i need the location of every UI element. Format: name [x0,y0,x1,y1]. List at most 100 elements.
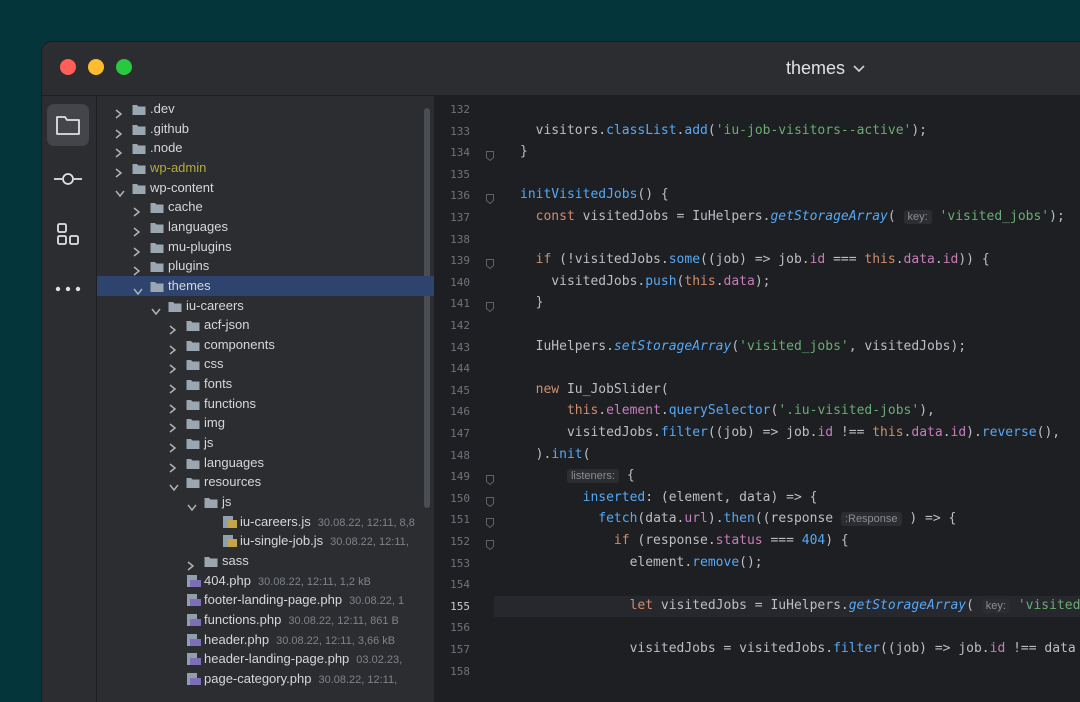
fold-marker-icon[interactable] [486,494,494,507]
tree-item[interactable]: functions [97,394,434,414]
code-line[interactable]: if (response.status === 404) { [520,533,849,548]
zoom-window-button[interactable] [116,59,132,75]
code-line[interactable]: visitedJobs = visitedJobs.filter((job) =… [520,641,1076,656]
code-line[interactable]: visitedJobs.filter((job) => job.id !== t… [520,425,1060,440]
tree-item[interactable]: iu-careers.js 30.08.22, 12:11, 8,8 [97,512,434,532]
code-line[interactable]: } [520,295,544,310]
tree-item[interactable]: fonts [97,374,434,394]
fold-marker-icon[interactable] [486,537,494,551]
title-bar: themes [42,42,1080,96]
tree-item[interactable]: languages [97,217,434,237]
line-number: 147 [450,427,470,440]
code-line[interactable]: this.element.querySelector('.iu-visited-… [520,403,935,418]
structure-tool-button[interactable] [47,213,89,255]
minimize-window-button[interactable] [88,59,104,75]
code-line[interactable]: visitors.classList.add('iu-job-visitors-… [520,123,927,138]
more-tools-button[interactable] [47,268,89,310]
tree-item-label: mu-plugins [168,238,232,254]
code-line[interactable]: const visitedJobs = IuHelpers.getStorage… [520,209,1065,224]
tree-item[interactable]: iu-careers [97,296,434,316]
tree-item[interactable]: acf-json [97,315,434,335]
code-editor[interactable]: 132 133 visitors.classList.add('iu-job-vi… [434,96,1080,702]
code-line[interactable]: new Iu_JobSlider( [520,382,669,397]
line-number: 143 [450,340,470,354]
tree-item-label: plugins [168,258,210,274]
line-number: 148 [450,448,470,462]
tree-item[interactable]: cache [97,197,434,217]
tree-item[interactable]: components [97,335,434,355]
fold-marker-icon[interactable] [486,515,494,529]
code-line[interactable]: ).init( [520,447,591,462]
tree-item[interactable]: js [97,492,434,512]
fold-marker-icon[interactable] [486,472,494,486]
code-line[interactable]: element.remove(); [520,555,763,570]
file-meta: 30.08.22, 12:11, [330,536,409,549]
tree-item-label: css [204,356,224,372]
line-number: 154 [450,578,470,592]
line-number: 135 [450,167,470,181]
tree-item[interactable]: functions.php 30.08.22, 12:11, 861 B [97,610,434,630]
code-line[interactable]: } [520,144,528,159]
line-number: 132 [450,103,470,116]
tree-item[interactable]: plugins [97,256,434,276]
tree-item-label: footer-landing-page.php 30.08.22, 1 [204,592,405,608]
project-switcher[interactable]: themes [786,58,865,79]
fold-marker-icon[interactable] [486,191,494,205]
project-tool-button[interactable] [47,104,89,146]
fold-marker-icon[interactable] [486,148,494,162]
tree-item[interactable]: 404.php 30.08.22, 12:11, 1,2 kB [97,571,434,591]
code-line[interactable]: visitedJobs.push(this.data); [520,274,770,289]
tree-item[interactable]: css [97,354,434,375]
tree-item[interactable]: iu-single-job.js 30.08.22, 12:11, [97,531,434,551]
tree-item-label: resources [204,474,262,490]
tree-item[interactable]: themes [97,275,434,296]
tree-item-label: page-category.php 30.08.22, 12:11, [204,670,398,686]
code-line[interactable]: let visitedJobs = IuHelpers.getStorageAr… [520,598,1080,613]
code-line[interactable]: if (!visitedJobs.some((job) => job.id ==… [520,252,990,267]
tree-item-label: 404.php 30.08.22, 12:11, 1,2 kB [204,572,371,588]
tree-item-label: acf-json [204,317,250,333]
commit-tool-button[interactable] [47,158,89,200]
tree-item-label: .dev [150,101,175,116]
fold-marker-icon[interactable] [486,256,494,270]
ide-window: themes .dev .github .node wp-admin wp-conten… [42,42,1080,702]
tree-item-label: languages [204,454,264,470]
tree-item[interactable]: wp-content [97,178,434,198]
tree-item-label: sass [222,552,249,568]
tree-item-label: js [204,435,214,451]
tree-item[interactable]: header-landing-page.php 03.02.23, [97,649,434,669]
tree-item[interactable]: .github [97,119,434,139]
tree-item[interactable]: footer-landing-page.php 30.08.22, 1 [97,590,434,610]
code-line[interactable]: listeners: { [520,468,635,484]
code-line[interactable]: initVisitedJobs() { [520,187,669,202]
line-number: 138 [450,232,470,246]
close-window-button[interactable] [60,59,76,75]
tree-item[interactable]: resources [97,472,434,492]
line-number: 157 [450,643,470,656]
tree-item-label: header-landing-page.php 03.02.23, [204,651,403,667]
line-number: 153 [450,556,470,570]
line-number: 151 [450,513,470,527]
tree-item[interactable]: .node [97,138,434,158]
tree-item[interactable]: .dev [97,99,434,119]
file-meta: 30.08.22, 12:11, 861 B [288,614,399,627]
tree-item[interactable]: languages [97,453,434,473]
tree-item[interactable]: js [97,433,434,453]
code-line[interactable]: inserted: (element, data) => { [520,490,818,505]
tree-item[interactable]: page-category.php 30.08.22, 12:11, [97,669,434,689]
code-line[interactable]: fetch(data.url).then((response :Response… [520,511,956,527]
file-meta: 30.08.22, 12:11, 8,8 [317,516,415,529]
file-meta: 30.08.22, 12:11, 1,2 kB [258,575,371,588]
tree-item[interactable]: wp-admin [97,158,434,178]
line-number: 137 [450,211,470,224]
fold-marker-icon[interactable] [486,299,494,313]
tree-item[interactable]: mu-plugins [97,237,434,257]
code-line[interactable]: IuHelpers.setStorageArray('visited_jobs'… [520,339,967,354]
line-number: 155 [450,599,470,613]
tree-item-label: languages [168,218,228,234]
tree-item-label: iu-careers.js 30.08.22, 12:11, 8,8 [240,513,415,529]
tree-item[interactable]: img [97,413,434,433]
tree-item[interactable]: header.php 30.08.22, 12:11, 3,66 kB [97,630,434,650]
tree-item[interactable]: sass [97,551,434,571]
line-number: 139 [450,254,470,268]
